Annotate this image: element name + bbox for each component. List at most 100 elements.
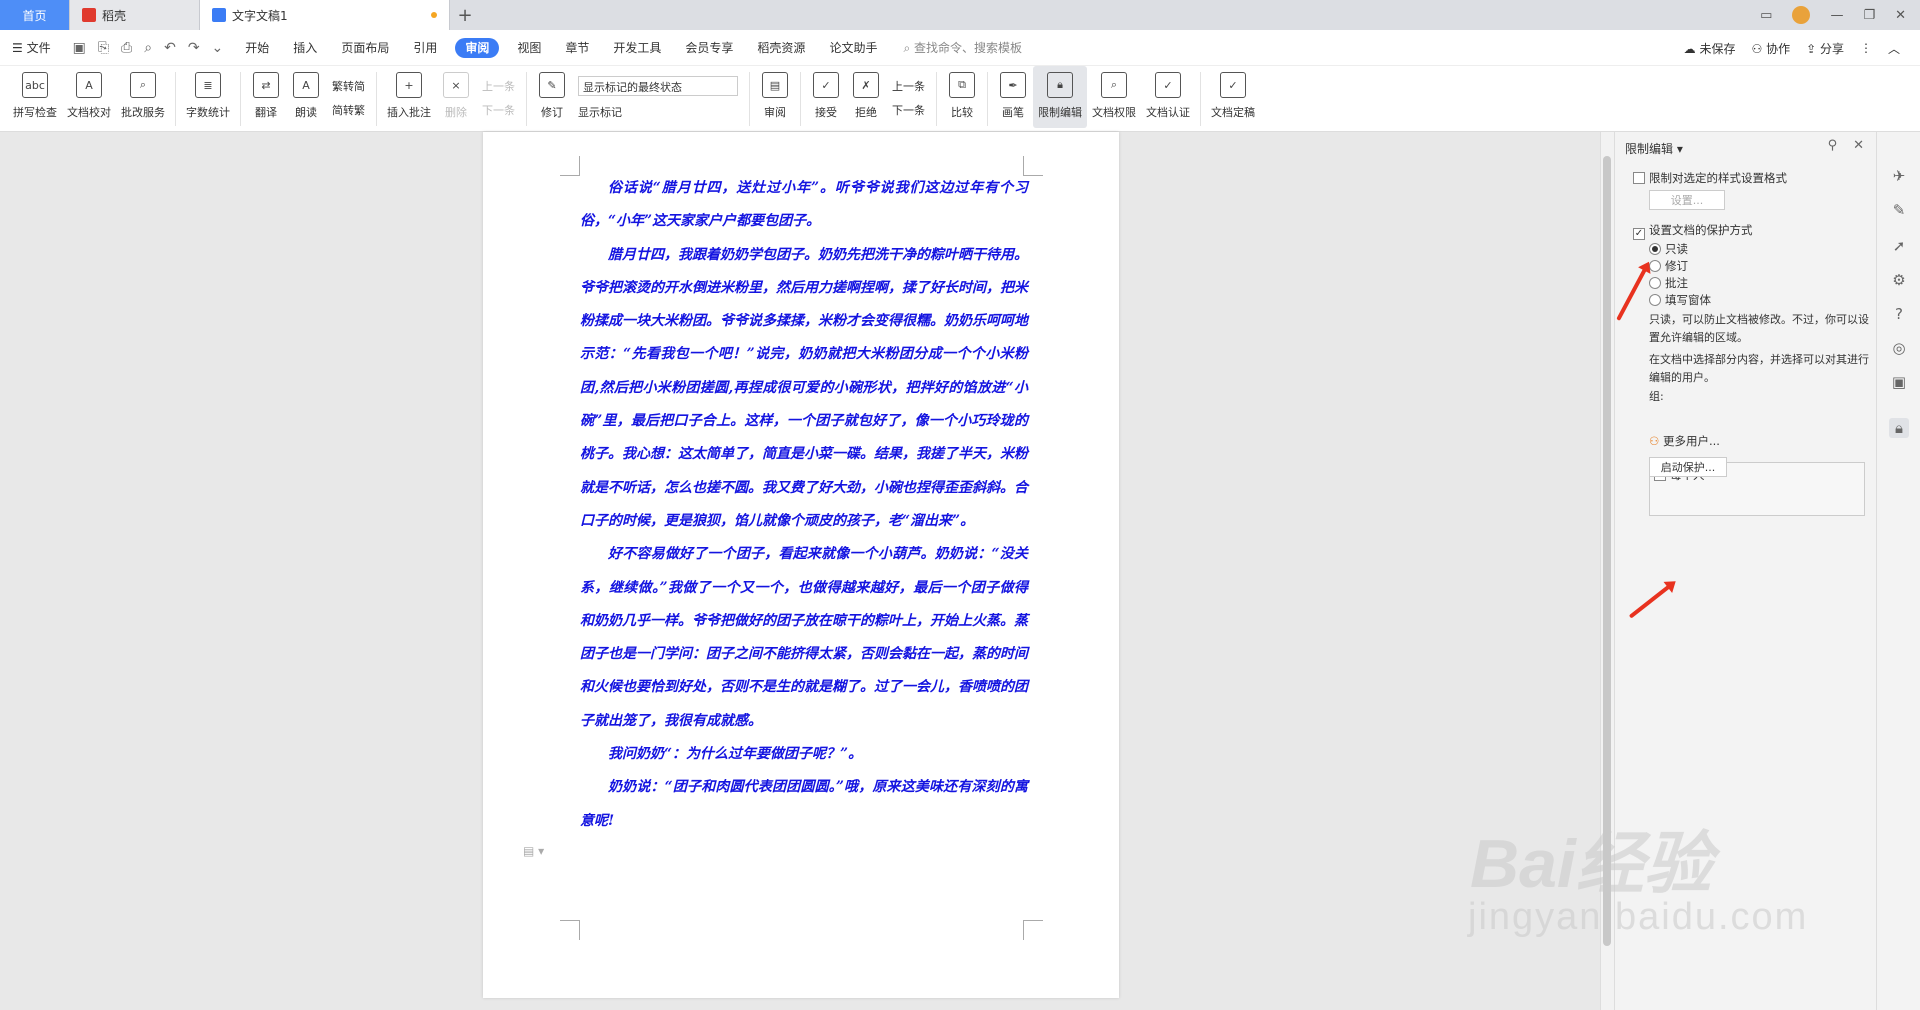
doc-certify-button[interactable]: ✓ 文档认证 <box>1141 66 1195 128</box>
print-icon[interactable]: ⎙ <box>121 40 132 56</box>
compare-button[interactable]: ⧉ 比较 <box>942 66 982 128</box>
save-icon[interactable]: ▣ <box>73 40 86 56</box>
users-icon: ⚇ <box>1649 434 1660 448</box>
lock-icon[interactable]: 🔒︎ <box>1889 418 1909 438</box>
menu-view[interactable]: 视图 <box>505 30 553 66</box>
tab-home[interactable]: 首页 <box>0 0 70 30</box>
menu-member[interactable]: 会员专享 <box>673 30 745 66</box>
export-pdf-icon[interactable]: ⎘ <box>98 40 109 56</box>
readonly-radio[interactable] <box>1649 243 1661 255</box>
form-radio[interactable] <box>1649 294 1661 306</box>
redo-icon[interactable]: ↷ <box>188 40 200 56</box>
review-pane-button[interactable]: ▤ 审阅 <box>755 66 795 128</box>
wordcount-icon: ≣ <box>195 72 221 98</box>
tab-daoke[interactable]: 稻壳 <box>70 0 200 30</box>
tab-daoke-label: 稻壳 <box>102 8 127 23</box>
restrict-style-option[interactable]: 限制对选定的样式设置格式 <box>1633 170 1787 186</box>
revise-label: 修订 <box>541 106 563 119</box>
menu-dev-tools[interactable]: 开发工具 <box>601 30 673 66</box>
panel-close-icon[interactable]: ✕ <box>1853 138 1864 153</box>
rocket-icon[interactable]: ✈ <box>1889 166 1909 186</box>
avatar[interactable] <box>1792 6 1811 24</box>
menu-insert[interactable]: 插入 <box>281 30 329 66</box>
readonly-label: 只读 <box>1665 242 1688 256</box>
more-icon[interactable]: ⌄ <box>212 40 224 56</box>
translate-button[interactable]: ⇄ 翻译 <box>246 66 286 128</box>
cursor-icon[interactable]: ➚ <box>1889 236 1909 256</box>
menu-daoke-resources[interactable]: 稻壳资源 <box>745 30 817 66</box>
reject-button[interactable]: ✗ 拒绝 <box>846 66 886 128</box>
protect-method-option[interactable]: ✓ 设置文档的保护方式 <box>1633 222 1753 240</box>
command-search[interactable]: ⌕ 查找命令、搜索模板 <box>903 39 1022 56</box>
option-readonly[interactable]: 只读 <box>1649 241 1688 257</box>
next-change-button[interactable]: 下一条 <box>892 102 925 118</box>
show-markup-button[interactable]: 显示标记 <box>578 104 738 120</box>
file-menu[interactable]: ☰ 文件 <box>0 30 63 66</box>
help-icon[interactable]: ? <box>1889 304 1909 324</box>
document-page[interactable]: 俗话说“腊月廿四，送灶过小年”。听爷爷说我们这边过年有个习俗，“小年”这天家家户… <box>483 132 1119 998</box>
spellcheck-button[interactable]: abc 拼写检查 <box>8 66 62 128</box>
markup-state-select[interactable]: 显示标记的最终状态 <box>578 76 738 96</box>
share-button[interactable]: ⇪ 分享 <box>1806 40 1844 57</box>
tab-document-label: 文字文稿1 <box>232 8 288 23</box>
menu-thesis[interactable]: 论文助手 <box>817 30 889 66</box>
menu-review[interactable]: 审阅 <box>455 37 500 58</box>
option-revise[interactable]: 修订 <box>1649 258 1688 274</box>
ribbon-review: abc 拼写检查 A 文档校对 ⌕ 批改服务 ≣ 字数统计 ⇄ 翻译 A 朗读 繁转简 简转… <box>0 66 1920 132</box>
undo-icon[interactable]: ↶ <box>164 40 176 56</box>
layout-icon[interactable]: ▭ <box>1760 8 1772 23</box>
settings-button[interactable]: 设置... <box>1649 190 1725 210</box>
doc-permission-button[interactable]: ⌕ 文档权限 <box>1087 66 1141 128</box>
paragraph-layout-icon[interactable]: ▤ ▾ <box>523 844 544 858</box>
more-users-link[interactable]: ⚇ 更多用户... <box>1649 433 1720 449</box>
pen-button[interactable]: ✒ 画笔 <box>993 66 1033 128</box>
menu-references[interactable]: 引用 <box>401 30 449 66</box>
prev-comment-button[interactable]: 上一条 <box>482 78 515 94</box>
location-icon[interactable]: ◎ <box>1889 338 1909 358</box>
adjust-icon[interactable]: ⚙ <box>1889 270 1909 290</box>
simp-to-trad-button[interactable]: 简转繁 <box>332 102 365 118</box>
menu-start[interactable]: 开始 <box>233 30 281 66</box>
crop-mark <box>1023 920 1043 940</box>
new-tab-button[interactable]: + <box>450 0 480 30</box>
finalize-button[interactable]: ✓ 文档定稿 <box>1206 66 1260 128</box>
preview-icon[interactable]: ⌕ <box>144 40 152 56</box>
collapse-ribbon-icon[interactable]: ︿ <box>1888 40 1900 57</box>
more-options-icon[interactable]: ⋮ <box>1860 41 1872 55</box>
restore-icon[interactable]: ❐ <box>1863 8 1875 23</box>
change-nav-group: 上一条 下一条 <box>886 66 931 124</box>
insert-comment-button[interactable]: + 插入批注 <box>382 66 436 128</box>
minimize-icon[interactable]: — <box>1830 8 1843 23</box>
unsaved-button[interactable]: ☁ 未保存 <box>1684 40 1736 57</box>
prev-change-button[interactable]: 上一条 <box>892 78 925 94</box>
divider <box>240 72 241 126</box>
document-body[interactable]: 俗话说“腊月廿四，送灶过小年”。听爷爷说我们这边过年有个习俗，“小年”这天家家户… <box>580 172 1028 838</box>
tab-document[interactable]: 文字文稿1 <box>200 0 450 30</box>
accept-button[interactable]: ✓ 接受 <box>806 66 846 128</box>
read-aloud-button[interactable]: A 朗读 <box>286 66 326 128</box>
restrict-style-checkbox[interactable] <box>1633 172 1645 184</box>
image-icon[interactable]: ▣ <box>1889 372 1909 392</box>
next-comment-button[interactable]: 下一条 <box>482 102 515 118</box>
wordcount-button[interactable]: ≣ 字数统计 <box>181 66 235 128</box>
delete-comment-button[interactable]: × 删除 <box>436 66 476 128</box>
protect-method-checkbox[interactable]: ✓ <box>1633 228 1645 240</box>
pen-icon[interactable]: ✎ <box>1889 200 1909 220</box>
divider <box>526 72 527 126</box>
comment-radio[interactable] <box>1649 277 1661 289</box>
menu-section[interactable]: 章节 <box>553 30 601 66</box>
revise-button[interactable]: ✎ 修订 <box>532 66 572 128</box>
menu-layout[interactable]: 页面布局 <box>329 30 401 66</box>
collab-button[interactable]: ⚇ 协作 <box>1752 40 1791 57</box>
pin-icon[interactable]: ⚲ <box>1828 138 1838 153</box>
doccheck-button[interactable]: A 文档校对 <box>62 66 116 128</box>
panel-title[interactable]: 限制编辑 ▾ <box>1625 140 1683 157</box>
restrict-edit-button[interactable]: 🔒︎ 限制编辑 <box>1033 66 1087 128</box>
option-comment[interactable]: 批注 <box>1649 275 1688 291</box>
start-protection-button[interactable]: 启动保护... <box>1649 457 1727 477</box>
option-form[interactable]: 填写窗体 <box>1649 292 1711 308</box>
unsaved-dot <box>431 12 437 18</box>
trad-to-simp-button[interactable]: 繁转简 <box>332 78 365 94</box>
close-icon[interactable]: ✕ <box>1895 8 1906 23</box>
batch-button[interactable]: ⌕ 批改服务 <box>116 66 170 128</box>
